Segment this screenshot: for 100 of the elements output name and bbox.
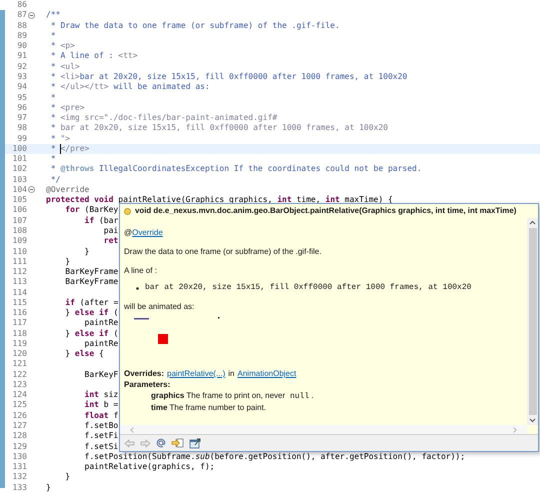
line-number: 86 — [16, 0, 27, 10]
line-number: 122 — [12, 370, 27, 380]
code-line: f.setBo — [84, 421, 118, 432]
code-line: * <p> — [50, 41, 75, 52]
code-line: for (BarKey — [64, 205, 118, 216]
line-number: 117 — [12, 318, 27, 328]
line-number: 112 — [12, 267, 27, 278]
code-line: } — [46, 482, 51, 493]
line-number: 124 — [12, 390, 27, 400]
overrides-label: Overrides: — [124, 369, 164, 379]
line-number: 114 — [12, 288, 27, 298]
code-line: pai — [102, 226, 118, 236]
vertical-scrollbar[interactable] — [527, 218, 538, 425]
code-line: * <ul> — [50, 62, 80, 72]
line-number: 102 — [12, 164, 27, 174]
code-line: */ — [50, 174, 60, 185]
back-icon[interactable] — [124, 438, 135, 448]
code-line: @Override — [46, 184, 90, 195]
code-line: * A line of : <tt> — [50, 51, 138, 62]
line-number: 132 — [12, 472, 27, 482]
line-number: 105 — [12, 195, 27, 206]
code-line: paintRe — [84, 338, 118, 349]
code-line: * @throws IllegalCoordinatesException If the coordinates could not be parsed. — [50, 164, 422, 174]
annotation-symbol: @ — [124, 228, 132, 238]
code-line: f.setPosition(Subframe.sub(before.getPosition(), after.getPosition(), factor)); — [84, 452, 466, 462]
code-line: /** — [46, 10, 60, 20]
code-line: } — [84, 246, 90, 256]
forward-icon[interactable] — [140, 438, 151, 448]
at-sign-icon[interactable] — [156, 438, 166, 448]
code-line: * — [50, 154, 56, 164]
line-number: 110 — [12, 246, 27, 256]
code-line: f.setSi — [84, 442, 118, 452]
line-number: 131 — [12, 462, 27, 472]
code-line: * bar at 20x20, size 15x15, fill 0xff0000 after 1000 frames, at 100x20 — [50, 123, 388, 134]
line-number: 115 — [12, 298, 27, 308]
line-number: 89 — [16, 30, 27, 41]
line-number: 126 — [12, 410, 27, 421]
line-number: 93 — [16, 72, 27, 82]
open-declaration-icon[interactable] — [171, 438, 184, 448]
line-number: 108 — [12, 226, 27, 236]
fold-collapse-icon[interactable] — [28, 186, 35, 194]
parameter-name: graphics — [151, 391, 184, 401]
code-line: } — [64, 472, 70, 482]
line-number: 120 — [12, 349, 27, 360]
class-link[interactable]: AnimationObject — [238, 369, 296, 379]
code-line: * Draw the data to one frame (or subframe) of the .gif-file. — [50, 20, 340, 31]
animated-text: will be animated as: — [124, 302, 196, 312]
bullet-text: bar at 20x20, size 15x15, fill 0xff0000 after 1000 frames, at 100x20 — [145, 283, 472, 293]
code-line: f.setFi — [84, 431, 118, 442]
code-line: * </pre> — [50, 144, 90, 154]
line-number: 97 — [16, 113, 27, 124]
fold-collapse-icon[interactable] — [28, 12, 35, 19]
scroll-up-icon[interactable] — [529, 220, 536, 225]
line-number: 106 — [12, 205, 27, 216]
line-number: 129 — [12, 442, 27, 452]
code-line: BarKeyFrame — [64, 267, 118, 278]
line-number: 121 — [12, 359, 27, 370]
code-line: * </ul></tt> will be animated as: — [50, 82, 210, 92]
summary-text: Draw the data to one frame (or subframe) of the .gif-file. — [124, 247, 322, 257]
code-line: int siz — [84, 390, 118, 400]
scroll-down-icon[interactable] — [529, 418, 536, 423]
override-link[interactable]: Override — [132, 228, 163, 238]
line-number: 92 — [16, 62, 27, 72]
scrollbar-thumb[interactable] — [528, 228, 536, 415]
line-number: 111 — [12, 256, 27, 267]
line-number: 96 — [16, 102, 27, 113]
code-line: ret — [102, 236, 118, 246]
line-number: 94 — [16, 82, 27, 92]
line-number: 100 — [12, 144, 27, 154]
code-line: paintRelative(graphics, f); — [84, 462, 215, 472]
line-number: 125 — [12, 400, 27, 410]
code-line: } — [64, 256, 70, 267]
line-number: 90 — [16, 41, 27, 52]
parameter-description: The frame to print on, never null . — [185, 391, 314, 402]
line-number: 133 — [12, 482, 27, 493]
in-text: in — [228, 369, 235, 379]
line-of-text: A line of : — [124, 266, 158, 276]
line-number: 119 — [12, 338, 27, 349]
line-number: 87 — [16, 10, 27, 20]
code-line: if (after = — [64, 298, 118, 308]
line-number: 118 — [12, 328, 27, 339]
line-number: 113 — [12, 277, 27, 288]
line-number: 109 — [12, 236, 27, 246]
line-number: 123 — [12, 380, 27, 390]
code-line: BarKeyFrame — [64, 277, 118, 288]
bullet-icon — [136, 286, 139, 290]
code-line: float f — [84, 410, 118, 421]
method-link[interactable]: paintRelative(...) — [167, 369, 226, 379]
code-line: int b = — [84, 400, 118, 410]
line-number: 88 — [16, 20, 27, 31]
code-line: if (bar — [84, 216, 118, 226]
code-line: * <li>bar at 20x20, size 15x15, fill 0xff0000 after 1000 frames, at 100x20 — [50, 72, 408, 82]
code-line: * — [50, 92, 56, 103]
code-line: * <pre> — [50, 102, 85, 113]
line-number: 116 — [12, 308, 27, 318]
code-line: BarKeyF — [84, 370, 118, 380]
open-in-browser-icon[interactable] — [189, 438, 201, 448]
line-number: 127 — [12, 421, 27, 432]
line-number: 98 — [16, 123, 27, 134]
line-number: 95 — [16, 92, 27, 103]
